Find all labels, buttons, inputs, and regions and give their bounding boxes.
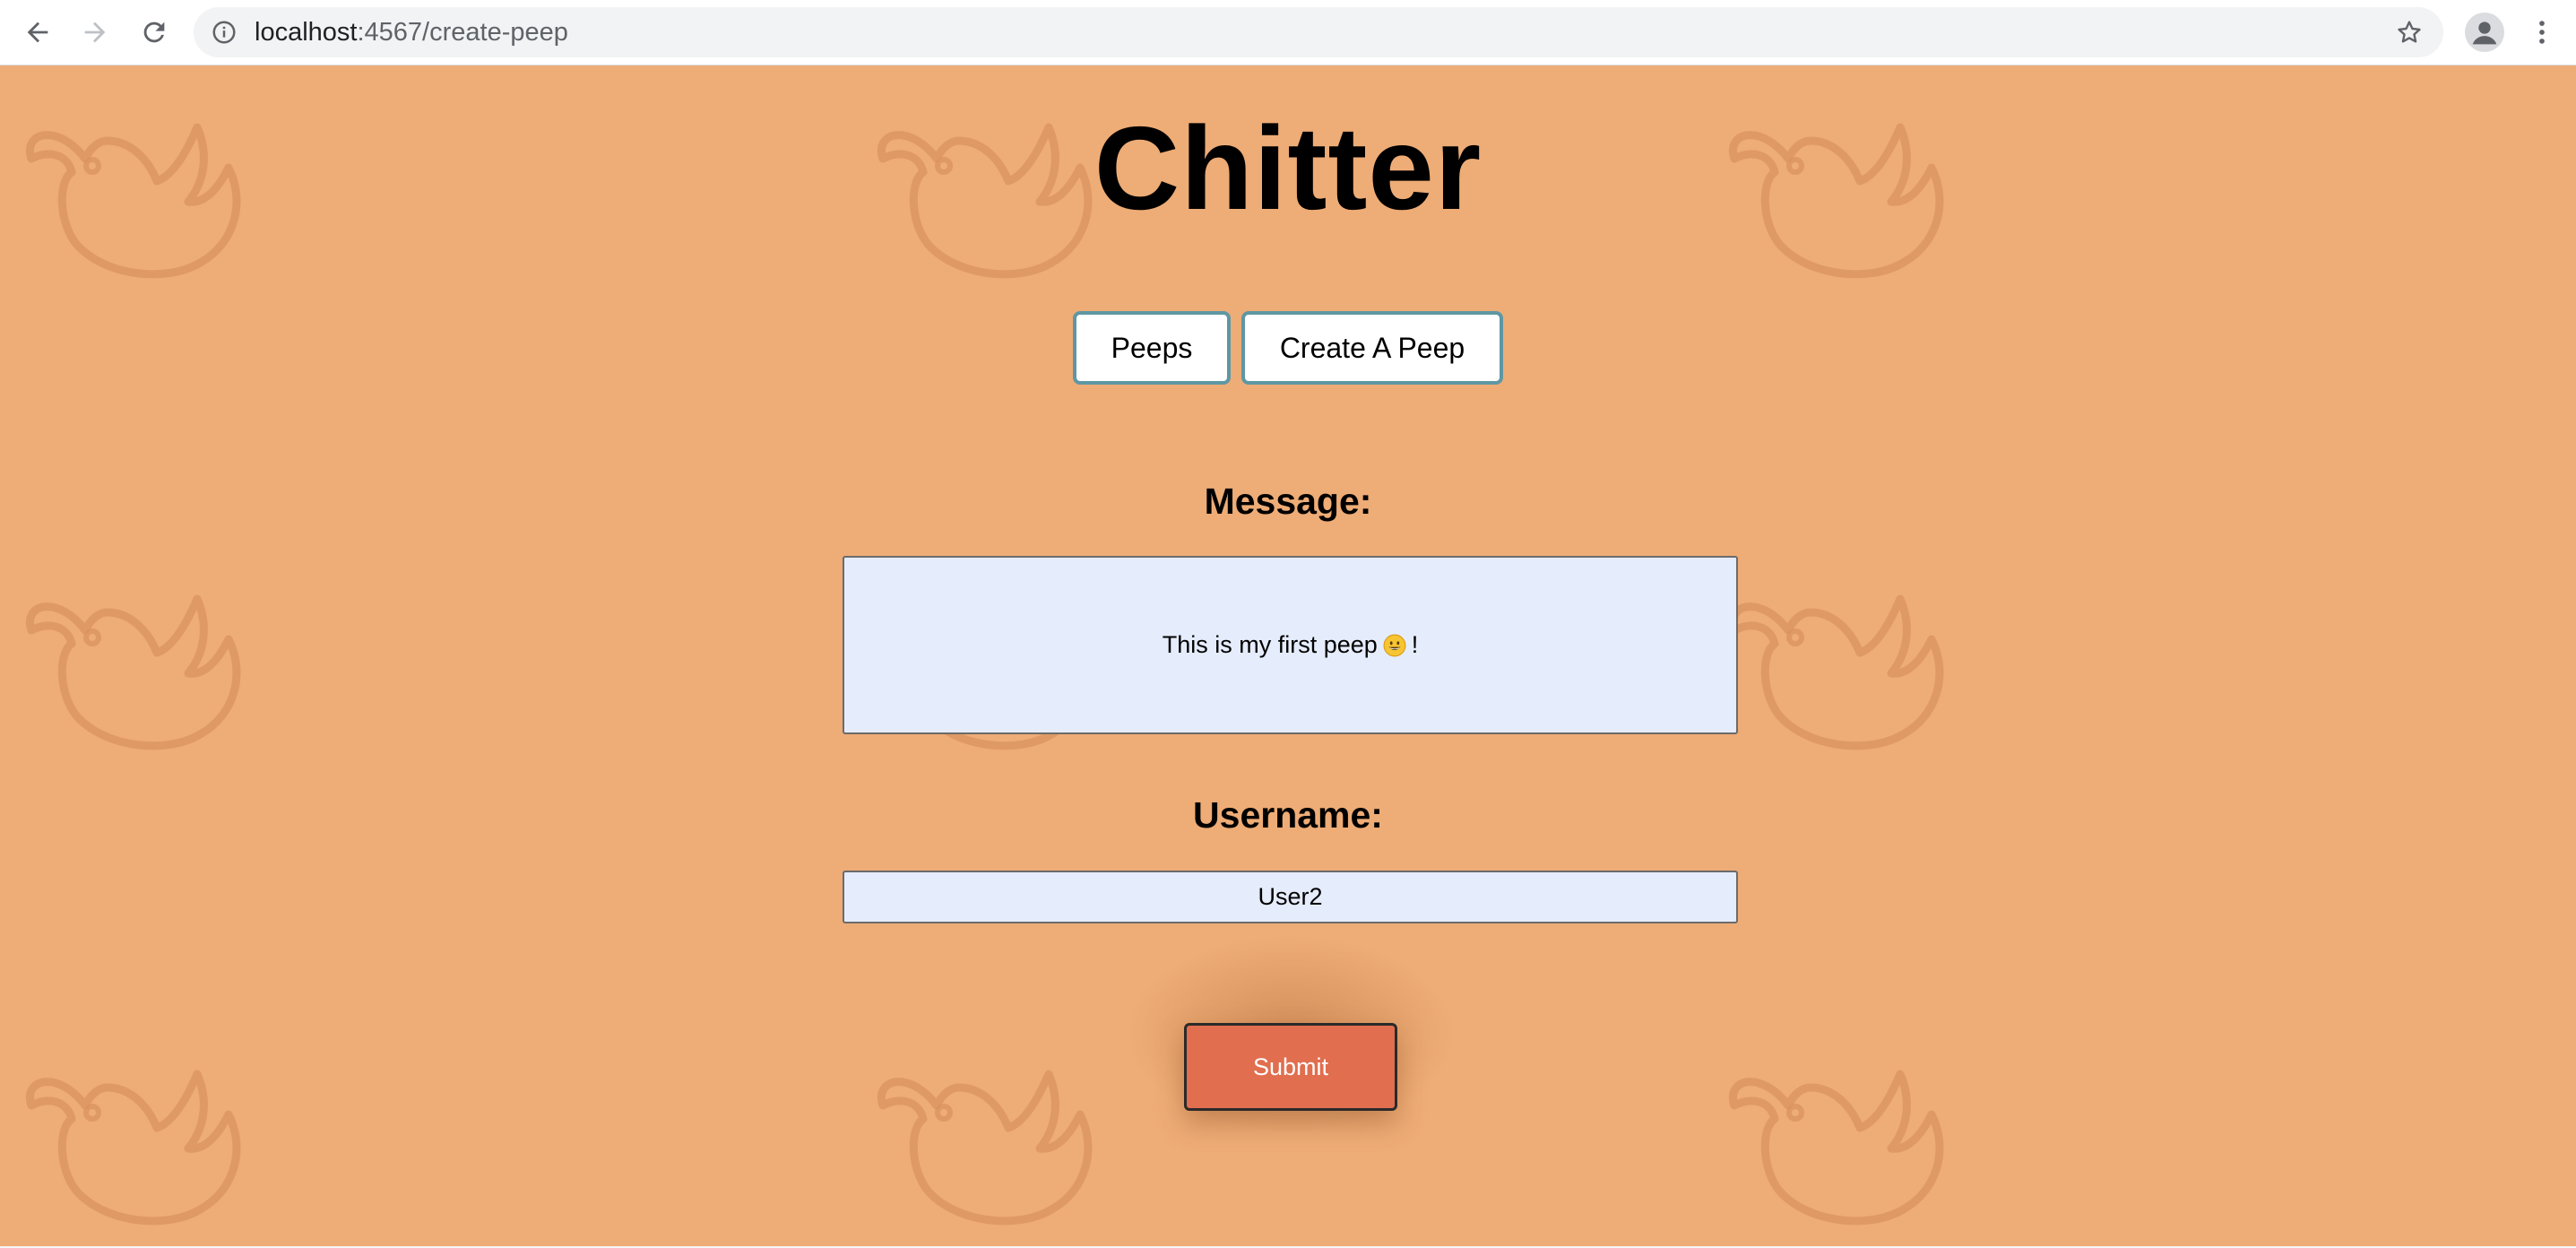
message-text-after: ! [1411, 631, 1419, 658]
site-info-icon[interactable] [208, 16, 240, 48]
bookmark-star-icon[interactable] [2393, 16, 2425, 48]
address-bar[interactable]: localhost:4567/create-peep [194, 7, 2443, 57]
username-label: Username: [1193, 794, 1383, 836]
browser-menu-icon[interactable] [2524, 13, 2560, 52]
back-button[interactable] [18, 13, 57, 52]
peeps-button[interactable]: Peeps [1073, 311, 1231, 385]
url-host: localhost [255, 18, 358, 47]
username-input[interactable] [843, 871, 1738, 923]
submit-button[interactable]: Submit [1184, 1023, 1397, 1111]
grinning-face-emoji-icon [1383, 634, 1406, 656]
reload-icon [143, 22, 165, 43]
message-text-before: This is my first peep [1162, 631, 1378, 658]
url-text: localhost:4567/create-peep [255, 7, 568, 57]
browser-toolbar: localhost:4567/create-peep [0, 0, 2576, 65]
forward-arrow-icon [84, 22, 106, 43]
page-background: Chitter Peeps Create A Peep Message: Thi… [0, 65, 2576, 1248]
back-arrow-icon [27, 22, 48, 43]
profile-avatar-icon[interactable] [2465, 13, 2504, 52]
create-peep-button[interactable]: Create A Peep [1241, 311, 1503, 385]
nav-buttons: Peeps Create A Peep [0, 311, 2576, 385]
app-title: Chitter [1094, 102, 1482, 234]
reload-button[interactable] [134, 13, 174, 52]
url-path: :4567/create-peep [357, 18, 568, 47]
message-field[interactable]: This is my first peep ! [843, 556, 1738, 734]
message-label: Message: [1204, 481, 1372, 522]
forward-button[interactable] [75, 13, 115, 52]
